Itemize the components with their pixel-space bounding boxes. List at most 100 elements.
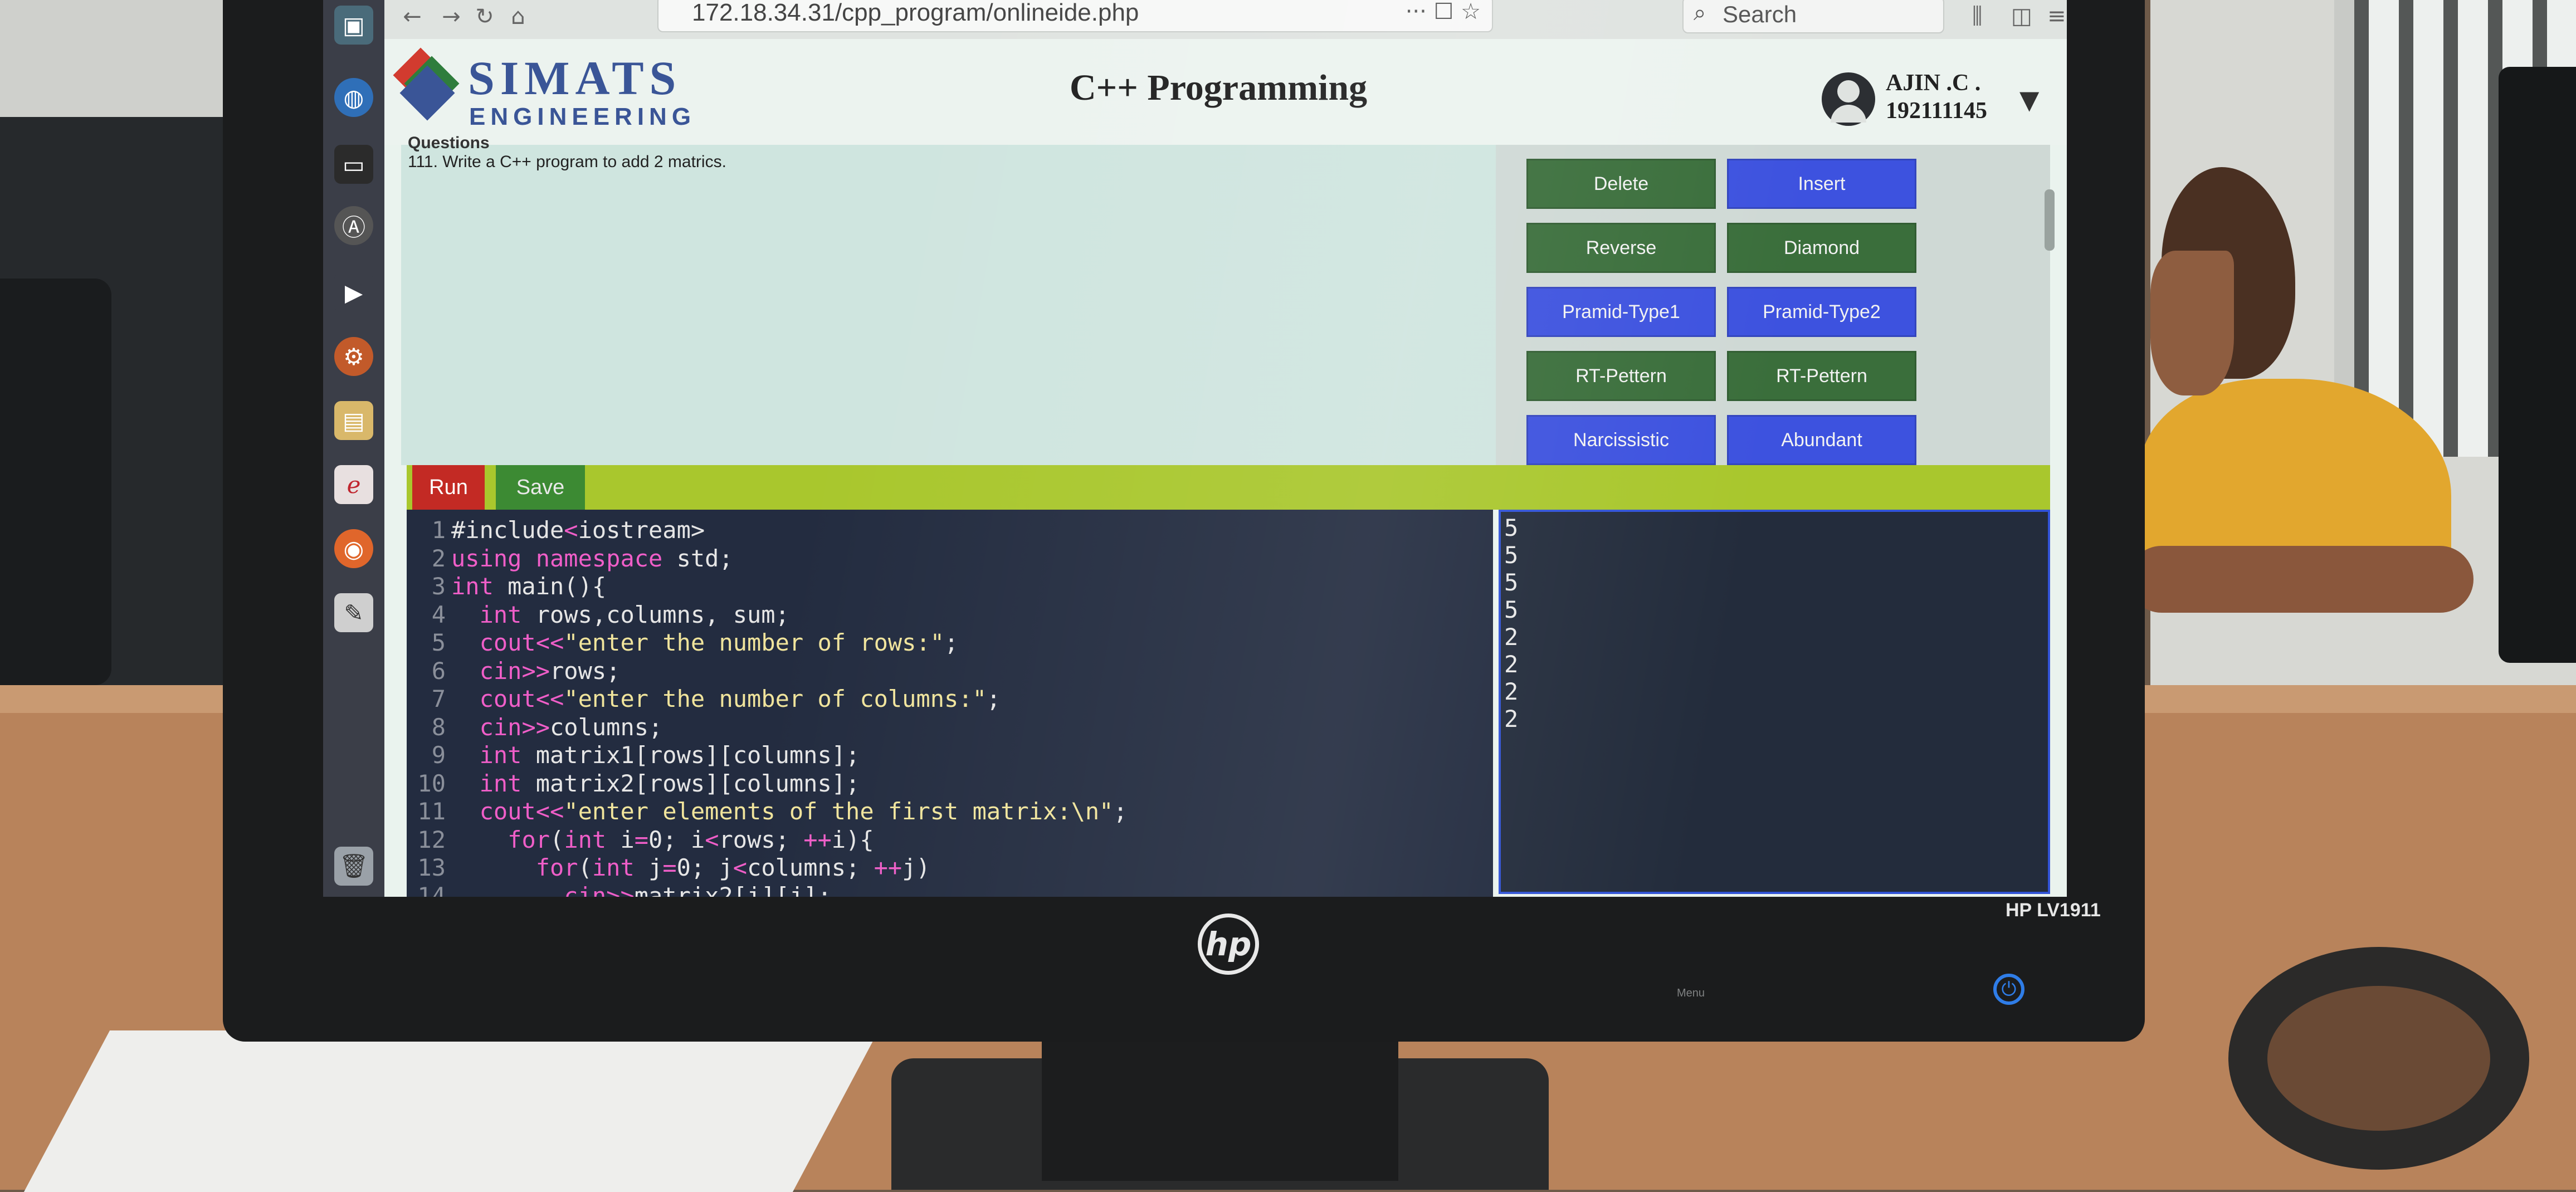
abundant-button[interactable]: Abundant: [1727, 415, 1916, 465]
delete-button[interactable]: Delete: [1526, 159, 1716, 209]
narcissistic-button[interactable]: Narcissistic: [1526, 415, 1716, 465]
monitor-menu-label: Menu: [1677, 987, 1705, 999]
output-line: 2: [1504, 623, 1519, 651]
reload-icon[interactable]: ↻: [468, 0, 501, 33]
line-number: 4: [431, 600, 446, 628]
insert-button[interactable]: Insert: [1727, 159, 1916, 209]
line-number: 10: [417, 769, 446, 797]
search-placeholder: Search: [1723, 1, 1797, 27]
line-number: 6: [431, 657, 446, 685]
output-line: 5: [1504, 569, 1519, 596]
output-console[interactable]: 55552222: [1499, 510, 2050, 894]
code-text: cout<<"enter elements of the first matri…: [479, 798, 1128, 825]
line-number: 3: [431, 573, 446, 600]
line-number: 2: [431, 544, 446, 572]
page-actions-icon[interactable]: ··· ☐ ☆: [1406, 0, 1481, 25]
line-number: 14: [417, 882, 446, 897]
output-line: 5: [1504, 541, 1519, 569]
run-button[interactable]: Run: [412, 465, 485, 510]
monitor-model-label: HP LV1911: [2006, 900, 2101, 921]
trash-icon[interactable]: 🗑: [334, 847, 373, 886]
diamond-button[interactable]: Diamond: [1727, 223, 1916, 273]
line-number: 9: [431, 741, 446, 769]
output-line: 5: [1504, 514, 1519, 541]
text-editor-icon[interactable]: ✎: [334, 593, 373, 632]
output-line: 5: [1504, 596, 1519, 623]
browser-globe-icon[interactable]: ◍: [334, 78, 373, 117]
brand-subtitle: ENGINEERING: [469, 103, 696, 130]
code-text: cin>>rows;: [479, 657, 621, 685]
files-icon[interactable]: ▣: [334, 6, 373, 45]
code-text: cout<<"enter the number of rows:";: [479, 629, 959, 656]
editor-toolbar: Run Save: [407, 465, 2050, 510]
tape-roll: [2228, 947, 2529, 1170]
code-text: cin>>columns;: [479, 713, 663, 741]
line-number: 12: [417, 825, 446, 853]
brand-name: SIMATS: [468, 51, 682, 105]
library-icon[interactable]: ⫼: [1972, 3, 1982, 29]
code-text: using namespace std;: [451, 544, 733, 572]
archive-icon[interactable]: ▤: [334, 401, 373, 440]
software-center-icon[interactable]: Ⓐ: [334, 206, 373, 245]
media-player-icon[interactable]: ▶: [334, 273, 373, 312]
user-menu-caret-icon[interactable]: ▼: [2019, 85, 2039, 115]
output-line: 2: [1504, 651, 1519, 678]
settings-gear-icon[interactable]: ⚙: [334, 337, 373, 376]
code-text: #include<iostream>: [451, 516, 705, 544]
code-text: for(int j=0; j<columns; ++j): [535, 854, 930, 881]
background-monitor-right: [2499, 67, 2576, 663]
pramid-type1-button[interactable]: Pramid-Type1: [1526, 287, 1716, 337]
editor-app-icon[interactable]: ℯ: [334, 465, 373, 504]
line-number: 13: [417, 854, 446, 881]
terminal-icon[interactable]: ▭: [334, 145, 373, 184]
output-line: 2: [1504, 705, 1519, 732]
output-line: 2: [1504, 678, 1519, 705]
user-avatar-icon[interactable]: [1822, 72, 1875, 126]
address-bar[interactable]: 172.18.34.31/cpp_program/onlineide.php ·…: [657, 0, 1493, 32]
code-editor[interactable]: 1 #include<iostream> 2 using namespace std;…: [407, 510, 1493, 897]
page-header: SIMATS ENGINEERING C++ Programming AJIN …: [384, 39, 2067, 145]
code-text: int matrix1[rows][columns];: [479, 741, 860, 769]
power-button-icon[interactable]: ⏻: [1993, 974, 2024, 1005]
user-name: AJIN .C .: [1886, 70, 1981, 96]
forward-icon[interactable]: →: [435, 0, 468, 33]
simats-logo-icon: [393, 47, 462, 121]
question-panel: Questions 111. Write a C++ program to ad…: [401, 134, 1496, 465]
address-url: 172.18.34.31/cpp_program/onlineide.php: [692, 0, 1139, 26]
page-title: C++ Programming: [1070, 67, 1368, 108]
sidebar-icon[interactable]: ◫: [2011, 3, 2032, 29]
line-number: 5: [431, 629, 446, 656]
background-person: [2128, 167, 2485, 691]
home-icon[interactable]: ⌂: [501, 0, 535, 33]
search-input[interactable]: ⌕ Search: [1682, 0, 1944, 33]
rt-pattern-button-1[interactable]: RT-Pettern: [1526, 351, 1716, 401]
screen: ▣ ◍ ▭ Ⓐ ▶ ⚙ ▤ ℯ ◉ ✎ 🗑 ← → ↻ ⌂ 172.18.34.…: [323, 0, 2067, 897]
line-number: 11: [417, 798, 446, 825]
save-button[interactable]: Save: [496, 465, 585, 510]
question-text: 111. Write a C++ program to add 2 matric…: [408, 153, 726, 171]
back-icon[interactable]: ←: [396, 0, 429, 33]
code-text: cout<<"enter the number of columns:";: [479, 685, 1001, 712]
reverse-button[interactable]: Reverse: [1526, 223, 1716, 273]
rt-pattern-button-2[interactable]: RT-Pettern: [1727, 351, 1916, 401]
button-panel-scrollbar[interactable]: [2045, 189, 2055, 251]
code-text: for(int i=0; i<rows; ++i){: [508, 825, 874, 853]
search-icon: ⌕: [1694, 0, 1706, 26]
hp-logo: hp: [1198, 913, 1259, 975]
code-text: int rows,columns, sum;: [479, 600, 789, 628]
menu-icon[interactable]: ≡: [2047, 3, 2066, 29]
ubuntu-launcher: ▣ ◍ ▭ Ⓐ ▶ ⚙ ▤ ℯ ◉ ✎ 🗑: [323, 0, 384, 897]
background-pc-tower: [0, 279, 111, 685]
line-number: 1: [431, 516, 446, 544]
question-heading: Questions: [408, 134, 490, 152]
code-text: cin>>matrix2[i][j];: [564, 882, 832, 897]
code-text: int main(){: [451, 573, 607, 600]
pramid-type2-button[interactable]: Pramid-Type2: [1727, 287, 1916, 337]
paper-sheet: [23, 1030, 879, 1192]
browser-toolbar: ← → ↻ ⌂ 172.18.34.31/cpp_program/onlinei…: [384, 0, 2067, 40]
code-text: int matrix2[rows][columns];: [479, 769, 860, 797]
firefox-icon[interactable]: ◉: [334, 529, 373, 568]
line-number: 7: [431, 685, 446, 712]
user-id: 192111145: [1886, 98, 1988, 124]
line-number: 8: [431, 713, 446, 741]
